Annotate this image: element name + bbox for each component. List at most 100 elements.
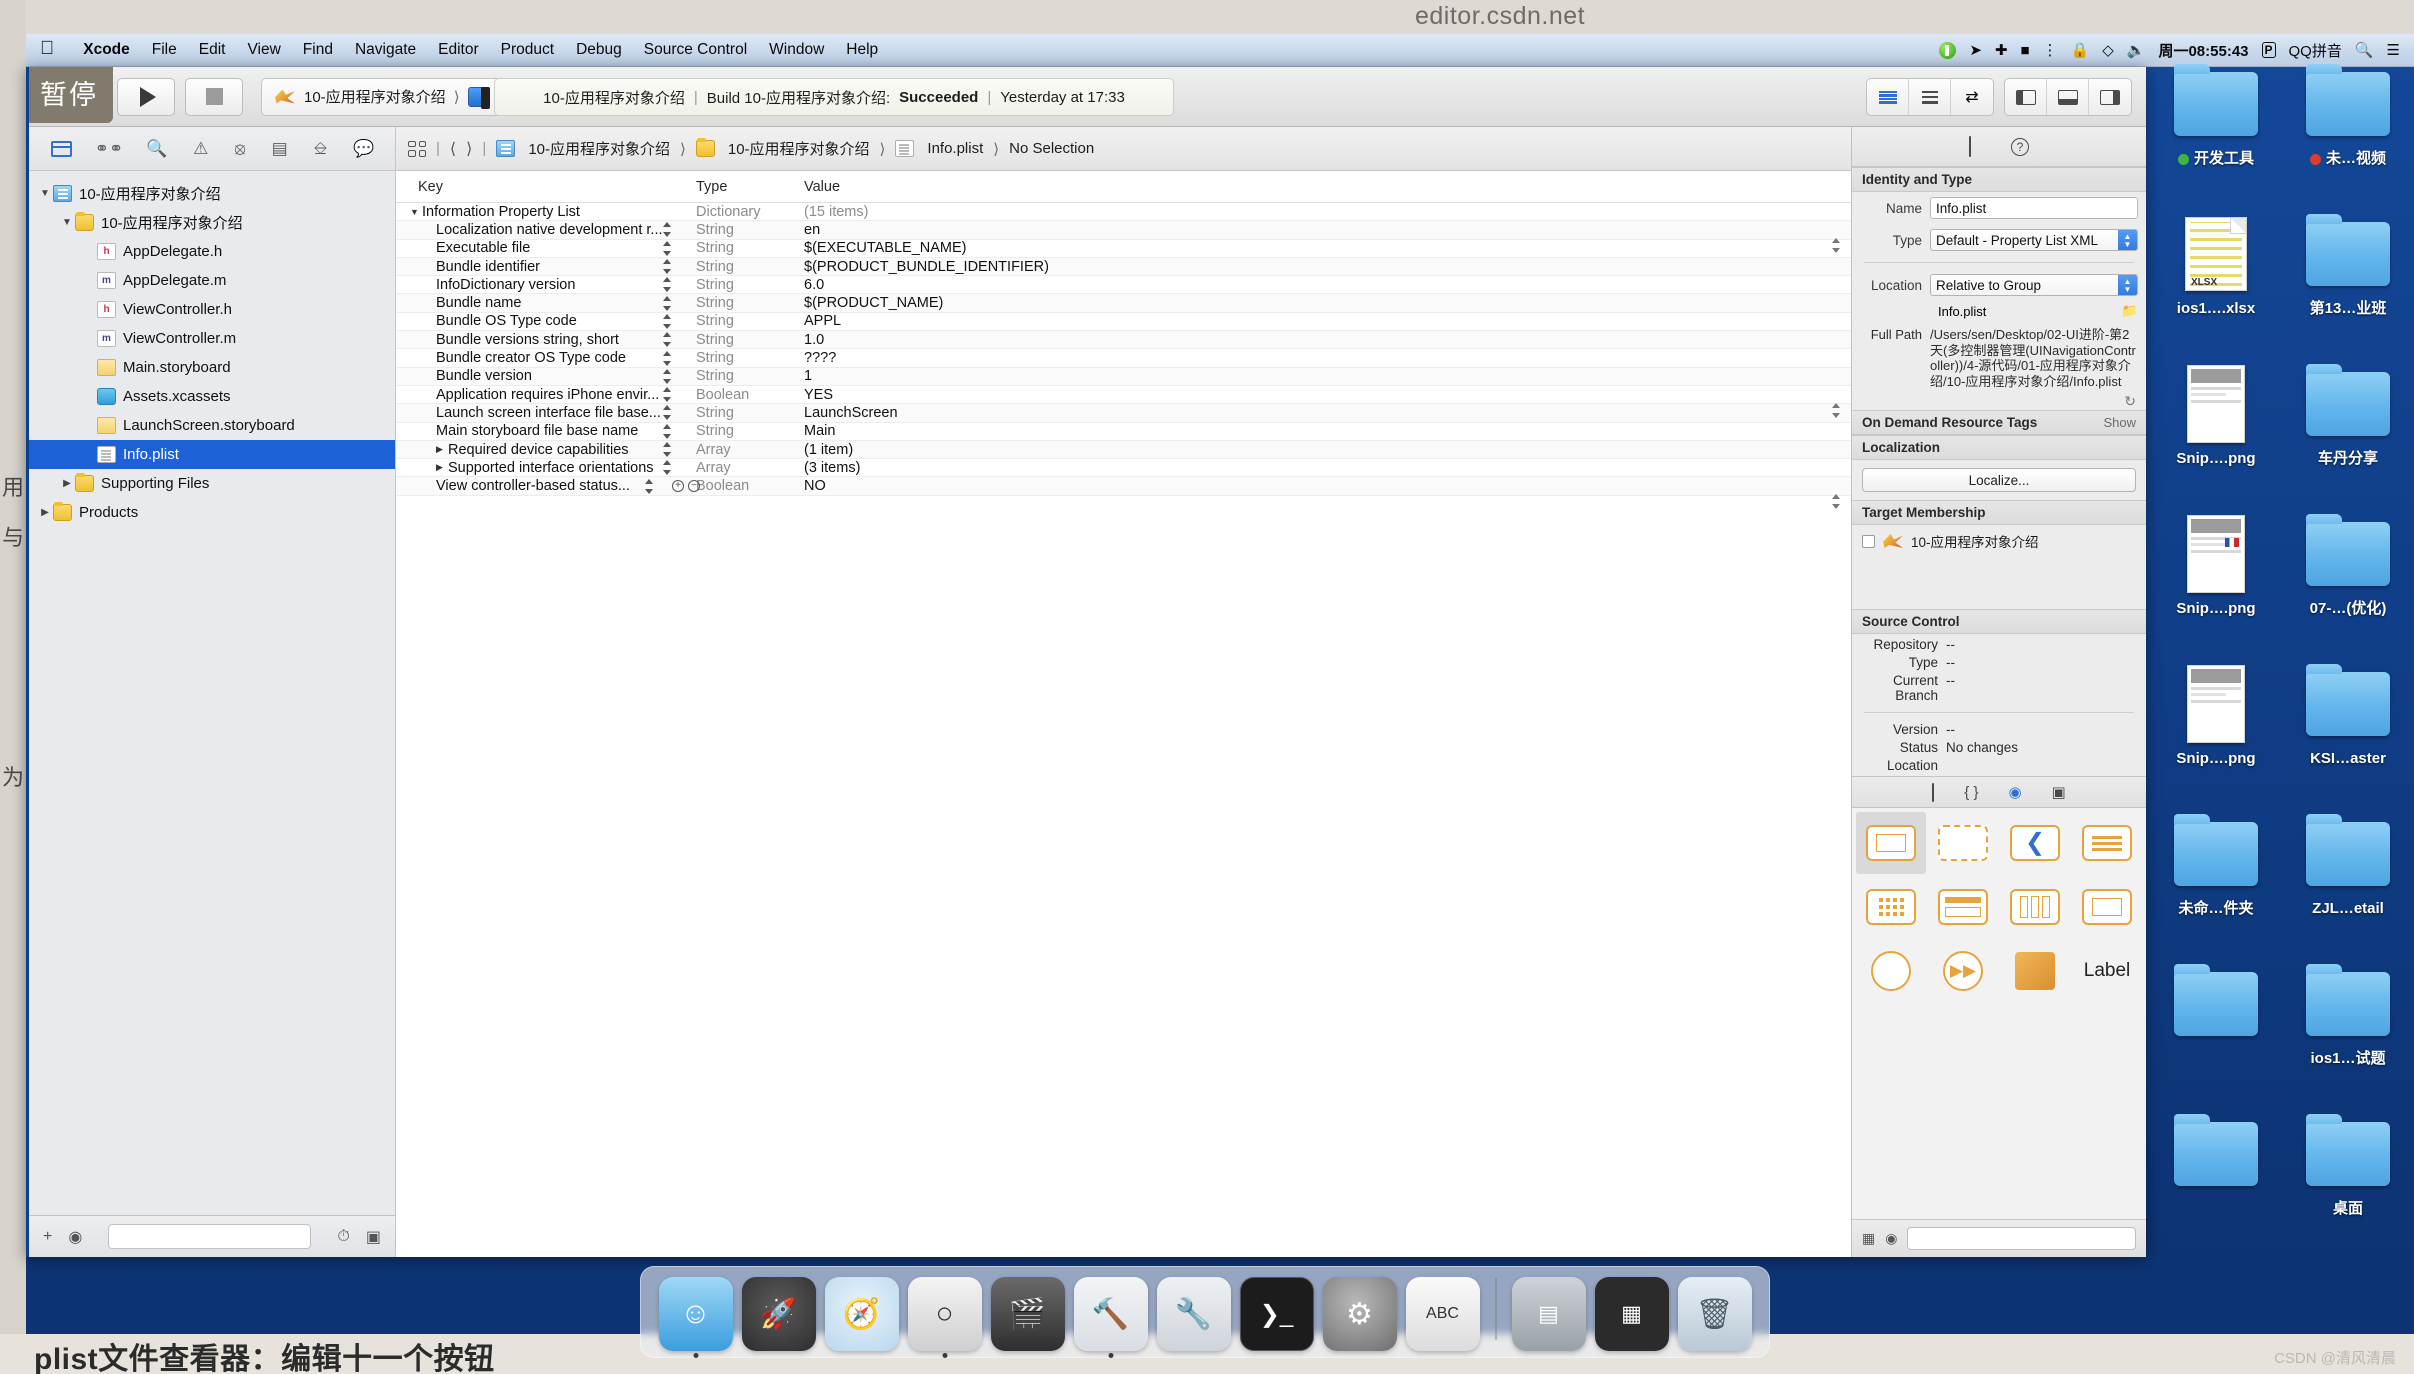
plist-type-cell[interactable]: String bbox=[696, 423, 804, 439]
plist-key-cell[interactable]: ▼ Information Property List bbox=[396, 204, 696, 220]
plist-key-stepper[interactable] bbox=[663, 332, 672, 348]
plist-type-cell[interactable]: String bbox=[696, 259, 804, 275]
plist-row[interactable]: Bundle versions string, short String 1.0 bbox=[396, 331, 1851, 350]
equalizer-icon[interactable]: ⋮ bbox=[2043, 41, 2058, 59]
plist-type-cell[interactable]: String bbox=[696, 368, 804, 384]
desktop-icon[interactable]: 未…视频 bbox=[2282, 50, 2414, 200]
localize-button[interactable]: Localize... bbox=[1862, 468, 2136, 492]
plist-row[interactable]: Bundle OS Type code String APPL bbox=[396, 313, 1851, 332]
navigator-filter-field[interactable] bbox=[108, 1224, 312, 1249]
related-items-icon[interactable] bbox=[408, 140, 426, 157]
plist-value-cell[interactable]: $(EXECUTABLE_NAME) bbox=[804, 240, 1851, 256]
plist-key-cell[interactable]: Bundle versions string, short bbox=[396, 332, 696, 348]
plist-type-cell[interactable]: String bbox=[696, 405, 804, 421]
plist-value-stepper[interactable] bbox=[1832, 494, 1841, 510]
plist-key-cell[interactable]: ▶ Supported interface orientations bbox=[396, 460, 696, 476]
plist-key-stepper[interactable] bbox=[663, 222, 672, 238]
plist-value-cell[interactable]: NO bbox=[804, 478, 1851, 510]
plist-key-stepper[interactable] bbox=[663, 460, 672, 476]
plist-row[interactable]: Executable file String $(EXECUTABLE_NAME) bbox=[396, 240, 1851, 258]
desktop-icon[interactable]: Snip….png bbox=[2150, 650, 2282, 800]
plist-key-cell[interactable]: Bundle creator OS Type code bbox=[396, 350, 696, 366]
disclosure-triangle-icon[interactable]: ▼ bbox=[37, 188, 53, 199]
plist-value-cell[interactable]: (15 items) bbox=[804, 204, 1851, 220]
toggle-debug-area-button[interactable] bbox=[2047, 79, 2089, 115]
plist-type-cell[interactable]: Array bbox=[696, 442, 804, 458]
desktop-icon[interactable]: ios1…试题 bbox=[2282, 950, 2414, 1100]
plist-row[interactable]: ▶ Required device capabilities Array (1 ite… bbox=[396, 440, 1851, 460]
navigator-item[interactable]: ▶ Products bbox=[29, 498, 395, 527]
breadcrumb-project[interactable]: 10-应用程序对象介绍 bbox=[496, 138, 670, 159]
plist-key-cell[interactable]: Bundle version bbox=[396, 368, 696, 384]
plist-row[interactable]: ▼ Information Property List Dictionary (15 … bbox=[396, 203, 1851, 222]
menu-item-edit[interactable]: Edit bbox=[188, 41, 237, 59]
desktop-icon[interactable]: KSI…aster bbox=[2282, 650, 2414, 800]
filter-scope-button[interactable]: ◉ bbox=[68, 1227, 82, 1247]
navigator-item[interactable]: LaunchScreen.storyboard bbox=[29, 411, 395, 440]
plist-key-stepper[interactable] bbox=[663, 387, 672, 403]
location-icon[interactable]: ➤ bbox=[1969, 41, 1982, 59]
library-item-toolbar-object[interactable] bbox=[1928, 876, 1998, 938]
report-navigator-tab[interactable]: 💬 bbox=[353, 138, 374, 160]
assistant-editor-button[interactable] bbox=[1909, 79, 1951, 115]
dock-item-terminal[interactable]: ❯_ bbox=[1239, 1277, 1314, 1351]
stop-button[interactable] bbox=[185, 77, 243, 116]
object-library-tab[interactable]: ◉ bbox=[2008, 783, 2021, 801]
navigator-item[interactable]: Assets.xcassets bbox=[29, 382, 395, 411]
plist-key-stepper[interactable] bbox=[663, 442, 672, 457]
menu-item-help[interactable]: Help bbox=[835, 41, 889, 59]
dock-item-launchpad[interactable]: 🚀 bbox=[741, 1277, 816, 1351]
plist-row[interactable]: Application requires iPhone envir... Bool… bbox=[396, 386, 1851, 418]
plist-key-cell[interactable]: View controller-based status... + − bbox=[396, 478, 700, 494]
plist-key-stepper[interactable] bbox=[663, 368, 672, 384]
media-library-tab[interactable]: ▣ bbox=[2052, 783, 2066, 801]
plist-rows[interactable]: ▼ Information Property List Dictionary (15 … bbox=[396, 203, 1851, 510]
plist-value-cell[interactable]: APPL bbox=[804, 313, 1851, 329]
plist-key-cell[interactable]: Bundle OS Type code bbox=[396, 313, 696, 329]
plist-key-stepper[interactable] bbox=[663, 295, 672, 311]
choose-folder-icon[interactable]: 📁 bbox=[2122, 303, 2138, 319]
desktop-icon[interactable]: 桌面 bbox=[2282, 1100, 2414, 1250]
desktop-icon[interactable] bbox=[2150, 950, 2282, 1100]
library-item-split-view-object[interactable] bbox=[2000, 876, 2070, 938]
ondemand-show-button[interactable]: Show bbox=[2103, 415, 2136, 430]
desktop-icon[interactable]: Snip….png bbox=[2150, 500, 2282, 650]
target-membership-row[interactable]: 10-应用程序对象介绍 bbox=[1862, 531, 2136, 551]
menu-item-source-control[interactable]: Source Control bbox=[633, 41, 758, 59]
plist-key-stepper[interactable] bbox=[663, 423, 672, 439]
plist-type-cell[interactable]: String bbox=[696, 350, 804, 366]
test-navigator-tab[interactable]: ⦻ bbox=[234, 138, 245, 160]
navigator-item[interactable]: ▼ 10-应用程序对象介绍 bbox=[29, 208, 395, 237]
navigator-item[interactable]: m ViewController.m bbox=[29, 324, 395, 353]
plist-key-cell[interactable]: Bundle name bbox=[396, 295, 696, 311]
disclosure-triangle-icon[interactable]: ▶ bbox=[436, 462, 448, 473]
plist-value-cell[interactable]: ???? bbox=[804, 350, 1851, 366]
bluetooth-icon[interactable]: ✚ bbox=[1995, 41, 2008, 59]
menu-item-window[interactable]: Window bbox=[758, 41, 835, 59]
plist-key-cell[interactable]: Executable file bbox=[396, 240, 696, 256]
plist-value-cell[interactable]: $(PRODUCT_NAME) bbox=[804, 295, 1851, 311]
project-navigator-tree[interactable]: ▼ 10-应用程序对象介绍 ▼ 10-应用程序对象介绍 h AppDelegate.h m A… bbox=[29, 171, 395, 1215]
navigator-item[interactable]: ▼ 10-应用程序对象介绍 bbox=[29, 179, 395, 208]
plist-key-cell[interactable]: Application requires iPhone envir... bbox=[396, 387, 696, 403]
desktop-icon[interactable]: 第13…业班 bbox=[2282, 200, 2414, 350]
disclosure-triangle-icon[interactable]: ▼ bbox=[410, 207, 422, 217]
navigator-tab-bar[interactable]: ⚭⚭ 🔍 ⚠ ⦻ ▤ ⎒ 💬 bbox=[29, 127, 395, 171]
screen-recording-icon[interactable]: ■ bbox=[2020, 42, 2029, 59]
plist-key-stepper[interactable] bbox=[645, 478, 654, 494]
plist-key-stepper[interactable] bbox=[663, 350, 672, 366]
library-item-playback-object[interactable]: ▶▶ bbox=[1928, 940, 1998, 1002]
library-item-label-object[interactable]: Label bbox=[2072, 940, 2142, 1002]
desktop-icon[interactable]: XLSX ios1….xlsx bbox=[2150, 200, 2282, 350]
plist-type-cell[interactable]: Boolean bbox=[696, 387, 804, 403]
plist-type-cell[interactable]: Dictionary bbox=[696, 204, 804, 220]
library-item-container-object[interactable] bbox=[2072, 876, 2142, 938]
disclosure-triangle-icon[interactable]: ▶ bbox=[436, 444, 448, 455]
apple-icon[interactable]:  bbox=[40, 39, 54, 58]
plist-row[interactable]: Bundle identifier String $(PRODUCT_BUNDLE_… bbox=[396, 257, 1851, 277]
back-button[interactable]: ⟨ bbox=[450, 139, 456, 159]
library-scope-button[interactable]: ◉ bbox=[1885, 1230, 1897, 1247]
plist-key-cell[interactable]: Localization native development r... bbox=[396, 222, 696, 238]
plist-key-stepper[interactable] bbox=[663, 277, 672, 293]
breadcrumb-selection-label[interactable]: No Selection bbox=[1009, 140, 1094, 157]
